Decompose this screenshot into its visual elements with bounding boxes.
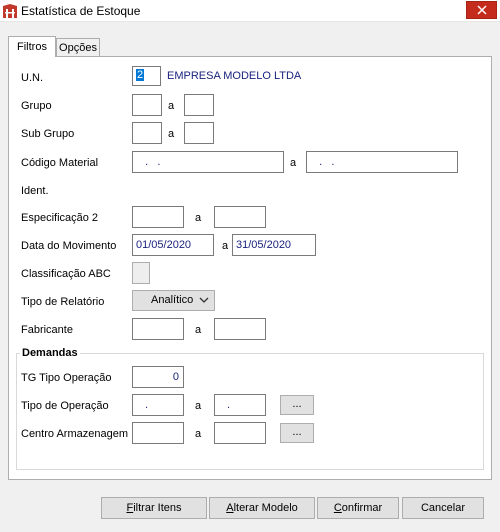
codigo-material-from-input[interactable]: . .: [132, 151, 284, 173]
tab-opcoes[interactable]: Opções: [56, 38, 100, 56]
empresa-name: EMPRESA MODELO LTDA: [167, 70, 302, 82]
confirmar-accel: C: [333, 502, 342, 514]
data-movimento-sep: a: [222, 240, 229, 252]
data-movimento-from-input[interactable]: 01/05/2020: [132, 234, 214, 256]
especificacao2-sep: a: [195, 212, 202, 224]
fabricante-to-input[interactable]: [214, 318, 266, 340]
alterar-modelo-button[interactable]: Alterar Modelo: [209, 497, 315, 519]
codigo-material-to-input[interactable]: . .: [306, 151, 458, 173]
centro-armazenagem-to-input[interactable]: [214, 422, 266, 444]
centro-armazenagem-label: Centro Armazenagem: [21, 428, 128, 440]
tipo-operacao-sep: a: [195, 400, 202, 412]
centro-armazenagem-from-input[interactable]: [132, 422, 184, 444]
window-title: Estatística de Estoque: [21, 4, 141, 18]
classificacao-abc-checkbox[interactable]: [132, 262, 150, 284]
filtrar-itens-accel: F: [126, 502, 134, 514]
alterar-modelo-accel: A: [226, 502, 234, 514]
grupo-label: Grupo: [21, 100, 52, 112]
especificacao2-to-input[interactable]: [214, 206, 266, 228]
grupo-from-input[interactable]: [132, 94, 162, 116]
codigo-material-sep: a: [290, 157, 297, 169]
un-value: 2: [136, 69, 145, 81]
data-movimento-to-input[interactable]: 31/05/2020: [232, 234, 316, 256]
cancelar-label: Cancelar: [420, 502, 466, 514]
tipo-relatorio-label: Tipo de Relatório: [21, 296, 105, 308]
sub-grupo-label: Sub Grupo: [21, 128, 75, 140]
especificacao2-from-input[interactable]: [132, 206, 184, 228]
demandas-group-border-left: [16, 353, 17, 470]
confirmar-button[interactable]: Confirmar: [317, 497, 399, 519]
classificacao-abc-label: Classificação ABC: [21, 268, 111, 280]
sub-grupo-from-input[interactable]: [132, 122, 162, 144]
grupo-to-input[interactable]: [184, 94, 214, 116]
filtrar-itens-label: iltrar Itens: [133, 502, 182, 514]
tipo-operacao-lookup-button[interactable]: ...: [280, 395, 314, 415]
codigo-material-label: Código Material: [21, 157, 99, 169]
un-label: U.N.: [21, 72, 43, 84]
tab-filtros[interactable]: Filtros: [8, 36, 56, 57]
sub-grupo-sep: a: [168, 128, 175, 140]
tg-tipo-operacao-input[interactable]: 0: [132, 366, 184, 388]
fabricante-from-input[interactable]: [132, 318, 184, 340]
centro-armazenagem-sep: a: [195, 428, 202, 440]
demandas-group-border-right: [483, 353, 484, 470]
tipo-operacao-from-input[interactable]: .: [132, 394, 184, 416]
sub-grupo-to-input[interactable]: [184, 122, 214, 144]
alterar-modelo-label: lterar Modelo: [233, 502, 298, 514]
app-logo-icon: [2, 3, 18, 19]
grupo-sep: a: [168, 100, 175, 112]
cancelar-button[interactable]: Cancelar: [402, 497, 484, 519]
close-icon: [476, 5, 487, 15]
demandas-group-border-bottom: [16, 469, 484, 470]
title-bar: Estatística de Estoque: [0, 0, 500, 22]
chevron-down-icon: [199, 297, 209, 303]
confirmar-label: onfirmar: [341, 502, 383, 514]
demandas-group-border-top: [16, 353, 484, 354]
tipo-relatorio-select[interactable]: Analítico: [132, 290, 215, 311]
close-button[interactable]: [466, 1, 497, 19]
especificacao2-label: Especificação 2: [21, 212, 99, 224]
tipo-operacao-to-input[interactable]: .: [214, 394, 266, 416]
fabricante-sep: a: [195, 324, 202, 336]
centro-armazenagem-lookup-button[interactable]: ...: [280, 423, 314, 443]
tipo-operacao-label: Tipo de Operação: [21, 400, 109, 412]
fabricante-label: Fabricante: [21, 324, 73, 336]
ident-label: Ident.: [21, 185, 49, 197]
tg-tipo-operacao-label: TG Tipo Operação: [21, 372, 112, 384]
tipo-relatorio-value: Analítico: [151, 294, 194, 306]
filtrar-itens-button[interactable]: Filtrar Itens: [101, 497, 207, 519]
demandas-group-title: Demandas: [20, 347, 80, 359]
un-input[interactable]: 2: [132, 66, 161, 86]
data-movimento-label: Data do Movimento: [21, 240, 117, 252]
